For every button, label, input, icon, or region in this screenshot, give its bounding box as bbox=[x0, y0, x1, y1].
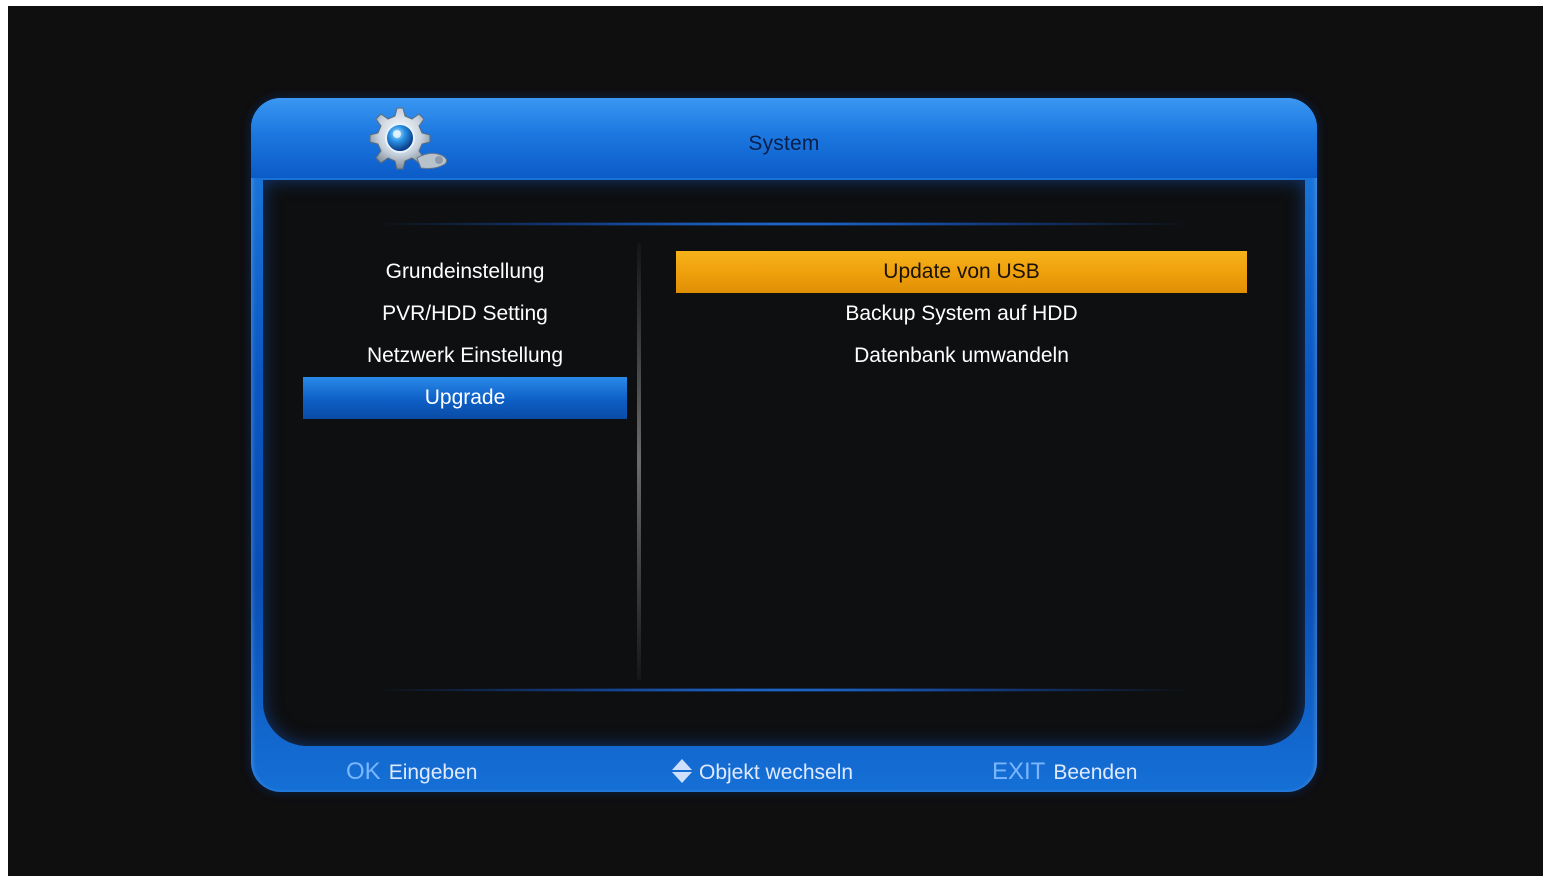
top-glow-divider bbox=[383, 222, 1183, 226]
category-item-pvr-hdd-setting[interactable]: PVR/HDD Setting bbox=[303, 293, 627, 335]
tv-screen: System Grundeinstellung PVR/HDD Setting … bbox=[8, 6, 1543, 876]
ok-action-label: Eingeben bbox=[388, 761, 478, 784]
move-action-label: Objekt wechseln bbox=[699, 761, 854, 784]
category-item-upgrade[interactable]: Upgrade bbox=[303, 377, 627, 419]
option-item-datenbank-umwandeln[interactable]: Datenbank umwandeln bbox=[676, 335, 1247, 377]
move-hint[interactable]: Objekt wechseln bbox=[671, 758, 853, 785]
key-hint-bar: OK Eingeben Objekt wechseln EXIT Beenden bbox=[251, 748, 1317, 792]
category-list: Grundeinstellung PVR/HDD Setting Netzwer… bbox=[303, 251, 627, 419]
up-down-arrow-icon bbox=[671, 758, 693, 784]
option-list: Update von USB Backup System auf HDD Dat… bbox=[676, 251, 1247, 377]
category-item-netzwerk-einstellung[interactable]: Netzwerk Einstellung bbox=[303, 335, 627, 377]
exit-action-label: Beenden bbox=[1053, 761, 1138, 784]
menu-content-panel: Grundeinstellung PVR/HDD Setting Netzwer… bbox=[263, 180, 1305, 746]
option-item-backup-system[interactable]: Backup System auf HDD bbox=[676, 293, 1247, 335]
system-menu-window: System Grundeinstellung PVR/HDD Setting … bbox=[251, 98, 1317, 792]
window-title: System bbox=[748, 132, 820, 155]
ok-key-label: OK bbox=[346, 758, 381, 785]
title-bar: System bbox=[251, 98, 1317, 178]
exit-key-label: EXIT bbox=[992, 758, 1046, 785]
bottom-glow-divider bbox=[383, 688, 1183, 692]
option-item-update-von-usb[interactable]: Update von USB bbox=[676, 251, 1247, 293]
exit-hint[interactable]: EXIT Beenden bbox=[992, 758, 1137, 786]
category-item-grundeinstellung[interactable]: Grundeinstellung bbox=[303, 251, 627, 293]
ok-hint[interactable]: OK Eingeben bbox=[346, 758, 477, 786]
vertical-divider bbox=[637, 242, 641, 680]
